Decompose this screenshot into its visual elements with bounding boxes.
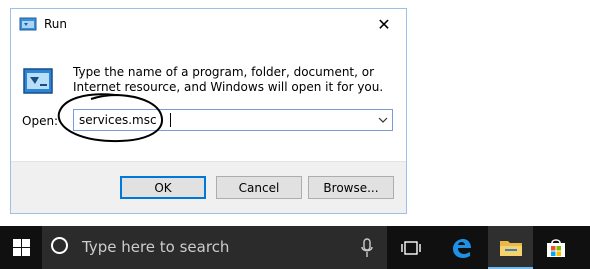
close-button[interactable]: ✕ (362, 9, 406, 39)
run-app-icon (19, 17, 37, 31)
taskbar: Type here to search (0, 226, 590, 269)
store-button[interactable] (533, 226, 578, 269)
task-view-icon (400, 240, 421, 255)
file-explorer-icon (499, 240, 522, 256)
start-button[interactable] (0, 226, 42, 269)
chevron-down-icon (378, 117, 388, 123)
close-icon: ✕ (377, 14, 391, 34)
run-description: Type the name of a program, folder, docu… (73, 65, 384, 94)
window-title: Run (44, 17, 68, 31)
open-combobox[interactable]: services.msc (73, 109, 393, 131)
text-caret (170, 113, 171, 127)
search-placeholder: Type here to search (82, 238, 230, 256)
taskbar-search-box[interactable]: Type here to search (42, 226, 387, 269)
browse-button[interactable]: Browse... (308, 176, 394, 199)
store-icon (546, 238, 565, 257)
edge-icon (452, 238, 471, 258)
open-label: Open: (22, 114, 59, 128)
dropdown-button[interactable] (374, 110, 392, 130)
microphone-icon[interactable] (361, 238, 373, 258)
windows-logo-icon (12, 239, 30, 256)
run-large-icon (23, 68, 53, 94)
run-dialog: Run ✕ Type the name of a program, folder… (10, 8, 407, 214)
dialog-footer: OK Cancel Browse... (11, 161, 406, 213)
dialog-content: Type the name of a program, folder, docu… (11, 39, 406, 161)
title-bar[interactable]: Run ✕ (11, 9, 406, 39)
ok-button[interactable]: OK (120, 176, 206, 199)
cancel-button[interactable]: Cancel (216, 176, 302, 199)
edge-button[interactable] (438, 226, 483, 269)
file-explorer-button[interactable] (488, 226, 533, 269)
cortana-icon (51, 237, 68, 254)
open-input[interactable]: services.msc (79, 113, 157, 127)
task-view-button[interactable] (388, 226, 433, 269)
